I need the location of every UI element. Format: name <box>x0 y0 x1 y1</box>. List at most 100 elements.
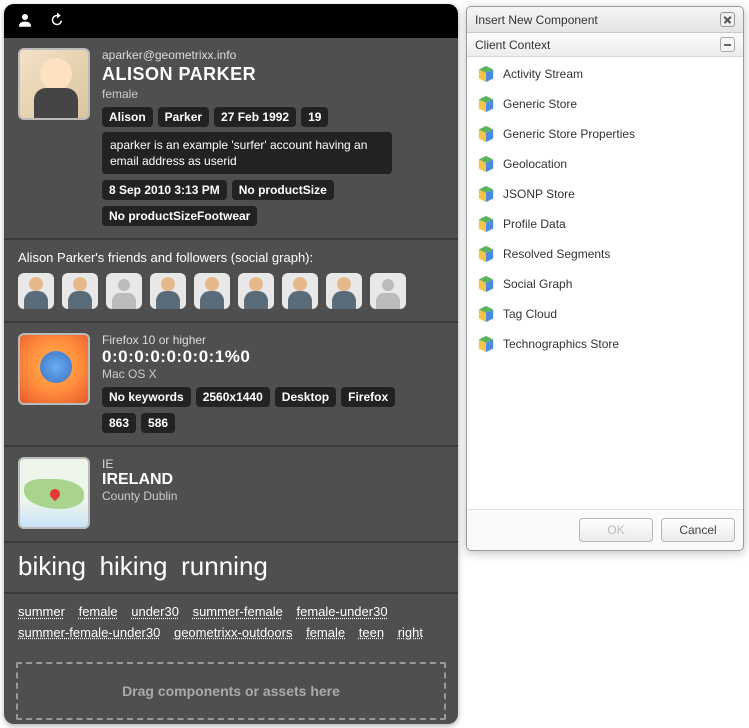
os: Mac OS X <box>102 367 444 381</box>
segments-section: summer female under30 summer-female fema… <box>4 594 458 658</box>
dropzone-label: Drag components or assets here <box>122 683 340 699</box>
reset-icon[interactable] <box>48 11 66 32</box>
segment-link[interactable]: teen <box>359 623 384 644</box>
country-code: IE <box>102 457 444 471</box>
user-agent: Firefox 10 or higher <box>102 333 444 347</box>
component-icon <box>477 335 495 353</box>
dialog-header[interactable]: Insert New Component <box>467 7 743 33</box>
chip: No productSizeFootwear <box>102 206 257 226</box>
country-name: IRELAND <box>102 471 444 489</box>
friend-avatar[interactable] <box>194 273 230 309</box>
profile-gender: female <box>102 87 444 101</box>
component-item[interactable]: Resolved Segments <box>471 239 739 269</box>
ok-button[interactable]: OK <box>579 518 653 542</box>
component-item[interactable]: Profile Data <box>471 209 739 239</box>
profile-note: aparker is an example 'surfer' account h… <box>102 132 392 174</box>
segment-link[interactable]: summer <box>18 602 65 623</box>
geolocation-section: IE IRELAND County Dublin <box>4 447 458 543</box>
segment-link[interactable]: female <box>306 623 345 644</box>
chip: No keywords <box>102 387 191 407</box>
component-icon <box>477 65 495 83</box>
component-label: Generic Store <box>503 97 577 111</box>
tag[interactable]: running <box>181 551 268 582</box>
component-list: Activity Stream Generic Store Generic St… <box>467 57 743 509</box>
top-bar <box>4 4 458 38</box>
chip: No productSize <box>232 180 334 200</box>
component-icon <box>477 125 495 143</box>
segment-link[interactable]: female-under30 <box>297 602 388 623</box>
friend-avatar[interactable] <box>18 273 54 309</box>
component-item[interactable]: JSONP Store <box>471 179 739 209</box>
component-label: Social Graph <box>503 277 572 291</box>
component-label: Geolocation <box>503 157 567 171</box>
chip: 2560x1440 <box>196 387 270 407</box>
friend-avatar[interactable] <box>238 273 274 309</box>
close-icon[interactable] <box>720 12 735 27</box>
component-label: JSONP Store <box>503 187 575 201</box>
profile-section: aparker@geometrixx.info ALISON PARKER fe… <box>4 38 458 240</box>
group-title: Client Context <box>475 38 550 52</box>
profile-name: ALISON PARKER <box>102 64 444 85</box>
component-icon <box>477 185 495 203</box>
component-icon <box>477 155 495 173</box>
ip-address: 0:0:0:0:0:0:0:1%0 <box>102 347 444 367</box>
insert-component-dialog: Insert New Component Client Context Acti… <box>466 6 744 551</box>
component-item[interactable]: Activity Stream <box>471 59 739 89</box>
segment-link[interactable]: female <box>79 602 118 623</box>
dropzone[interactable]: Drag components or assets here <box>16 662 446 720</box>
friend-avatar[interactable] <box>282 273 318 309</box>
social-section: Alison Parker's friends and followers (s… <box>4 240 458 323</box>
component-item[interactable]: Tag Cloud <box>471 299 739 329</box>
chip: Desktop <box>275 387 336 407</box>
collapse-icon[interactable] <box>720 37 735 52</box>
component-item[interactable]: Technographics Store <box>471 329 739 359</box>
component-label: Technographics Store <box>503 337 619 351</box>
dialog-title: Insert New Component <box>475 13 598 27</box>
component-label: Profile Data <box>503 217 566 231</box>
component-icon <box>477 245 495 263</box>
segment-link[interactable]: geometrixx-outdoors <box>174 623 293 644</box>
component-label: Resolved Segments <box>503 247 610 261</box>
component-item[interactable]: Generic Store <box>471 89 739 119</box>
component-icon <box>477 95 495 113</box>
component-item[interactable]: Geolocation <box>471 149 739 179</box>
dialog-footer: OK Cancel <box>467 509 743 550</box>
component-label: Activity Stream <box>503 67 583 81</box>
chip: 8 Sep 2010 3:13 PM <box>102 180 227 200</box>
component-label: Generic Store Properties <box>503 127 635 141</box>
component-icon <box>477 215 495 233</box>
friend-avatar[interactable] <box>150 273 186 309</box>
browser-icon <box>18 333 90 405</box>
map-thumbnail <box>18 457 90 529</box>
segment-link[interactable]: summer-female-under30 <box>18 623 160 644</box>
user-icon[interactable] <box>16 11 34 32</box>
component-item[interactable]: Social Graph <box>471 269 739 299</box>
component-label: Tag Cloud <box>503 307 557 321</box>
segment-link[interactable]: right <box>398 623 423 644</box>
friend-avatar[interactable] <box>106 273 142 309</box>
tag-cloud-section: biking hiking running <box>4 543 458 594</box>
component-icon <box>477 305 495 323</box>
avatar <box>18 48 90 120</box>
segment-link[interactable]: under30 <box>131 602 179 623</box>
chip: Firefox <box>341 387 395 407</box>
component-item[interactable]: Generic Store Properties <box>471 119 739 149</box>
chip: 27 Feb 1992 <box>214 107 296 127</box>
cancel-button[interactable]: Cancel <box>661 518 735 542</box>
tag[interactable]: hiking <box>100 551 168 582</box>
social-title: Alison Parker's friends and followers (s… <box>18 250 444 265</box>
tag[interactable]: biking <box>18 551 86 582</box>
friend-avatar[interactable] <box>326 273 362 309</box>
chip: Alison <box>102 107 153 127</box>
friend-avatar[interactable] <box>62 273 98 309</box>
friend-avatar[interactable] <box>370 273 406 309</box>
profile-chips: Alison Parker 27 Feb 1992 19 <box>102 107 444 127</box>
segment-link[interactable]: summer-female <box>193 602 283 623</box>
chip: 586 <box>141 413 175 433</box>
chip: Parker <box>158 107 209 127</box>
component-icon <box>477 275 495 293</box>
profile-email: aparker@geometrixx.info <box>102 48 444 62</box>
region: County Dublin <box>102 489 444 503</box>
chip: 863 <box>102 413 136 433</box>
group-header[interactable]: Client Context <box>467 33 743 57</box>
